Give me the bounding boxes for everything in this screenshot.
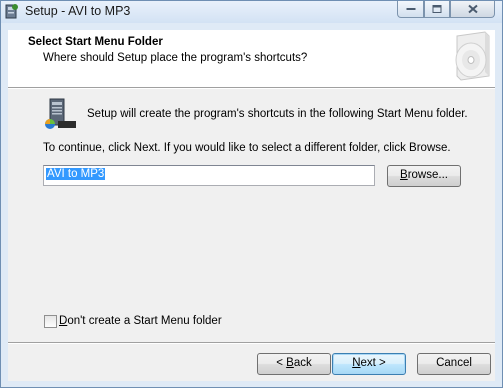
page-title: Select Start Menu Folder bbox=[28, 36, 163, 48]
continue-instructions: To continue, click Next. If you would li… bbox=[43, 142, 451, 154]
folder-input-value: AVI to MP3 bbox=[46, 168, 106, 180]
title-bar[interactable]: Setup - AVI to MP3 bbox=[1, 1, 502, 23]
cancel-button[interactable]: Cancel bbox=[417, 353, 491, 375]
wizard-body: Select Start Menu Folder Where should Se… bbox=[8, 30, 495, 381]
close-button[interactable] bbox=[450, 1, 495, 18]
maximize-icon bbox=[432, 5, 442, 13]
next-label: ext > bbox=[360, 357, 386, 369]
browse-label: rowse... bbox=[407, 169, 448, 181]
dont-create-folder-checkbox[interactable] bbox=[44, 315, 57, 328]
maximize-button[interactable] bbox=[424, 1, 450, 18]
back-label: ack bbox=[293, 357, 312, 369]
minimize-button[interactable] bbox=[397, 1, 424, 18]
start-menu-folder-icon bbox=[44, 98, 78, 132]
close-icon bbox=[467, 4, 478, 14]
page-subtitle: Where should Setup place the program's s… bbox=[43, 52, 308, 64]
browse-mnemonic: B bbox=[400, 169, 408, 181]
next-button[interactable]: Next > bbox=[332, 353, 406, 375]
window-title: Setup - AVI to MP3 bbox=[25, 4, 131, 18]
setup-window: Setup - AVI to MP3 Select Start Menu Fol… bbox=[0, 0, 503, 388]
start-menu-folder-input[interactable]: AVI to MP3 bbox=[43, 165, 375, 186]
back-button[interactable]: < Back bbox=[257, 353, 331, 375]
minimize-icon bbox=[406, 8, 415, 10]
info-text: Setup will create the program's shortcut… bbox=[87, 108, 468, 120]
checkbox-label-text: on't create a Start Menu folder bbox=[67, 315, 222, 327]
cd-box-icon bbox=[445, 30, 495, 82]
next-mnemonic: N bbox=[352, 357, 361, 369]
footer-divider bbox=[8, 342, 495, 344]
back-mnemonic: B bbox=[286, 357, 294, 369]
dont-create-folder-label[interactable]: Don't create a Start Menu folder bbox=[59, 315, 222, 327]
back-arrow: < bbox=[276, 357, 287, 369]
installer-app-icon[interactable] bbox=[5, 3, 19, 19]
browse-button[interactable]: Browse... bbox=[387, 165, 461, 187]
wizard-header: Select Start Menu Folder Where should Se… bbox=[8, 30, 495, 88]
